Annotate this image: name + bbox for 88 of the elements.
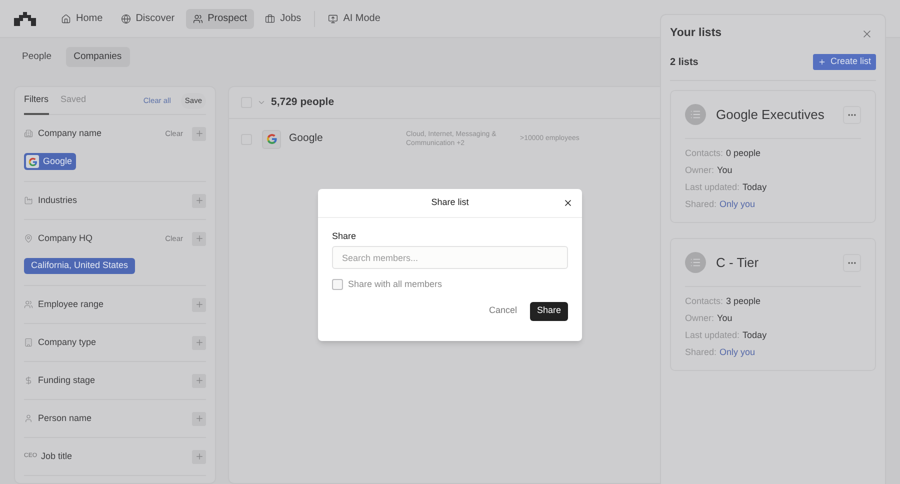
plus-icon bbox=[194, 300, 204, 309]
monitor-icon bbox=[328, 14, 338, 24]
list-card[interactable]: C - Tier Contacts: 3 people Owner: You Last updated: Today Shared: Only you bbox=[670, 238, 876, 371]
add-filter-button[interactable] bbox=[192, 298, 206, 312]
field-label: Last updated: bbox=[685, 181, 740, 194]
list-name: C - Tier bbox=[716, 254, 759, 272]
filter-label: Funding stage bbox=[38, 374, 96, 387]
filter-label: Person name bbox=[38, 412, 92, 425]
add-filter-button[interactable] bbox=[192, 194, 206, 208]
people-icon bbox=[24, 300, 33, 309]
g-logo-icon bbox=[266, 133, 278, 145]
field-label: Owner: bbox=[685, 312, 714, 326]
nav-tab[interactable]: Prospect bbox=[186, 8, 254, 28]
g-logo-icon bbox=[28, 156, 38, 166]
sub-tab[interactable]: Companies bbox=[66, 47, 130, 67]
factory-icon bbox=[24, 196, 33, 205]
field-value: You bbox=[717, 164, 732, 178]
filter-label: Industries bbox=[38, 194, 78, 207]
plus-icon bbox=[194, 234, 204, 243]
people-icon bbox=[192, 14, 203, 24]
nav-tab[interactable]: Discover bbox=[114, 8, 182, 28]
shared-link[interactable]: Only you bbox=[720, 346, 756, 360]
globe-icon bbox=[120, 14, 131, 24]
dollar-icon bbox=[24, 376, 33, 385]
cancel-button[interactable]: Cancel bbox=[488, 302, 518, 320]
company-chip[interactable]: Google bbox=[24, 153, 76, 170]
create-list-button[interactable]: Create list bbox=[813, 54, 876, 70]
add-filter-button[interactable] bbox=[192, 450, 206, 464]
more-button[interactable] bbox=[843, 254, 861, 272]
filter-tab[interactable]: Filters bbox=[24, 87, 48, 114]
list-card[interactable]: Google Executives Contacts: 0 people Owner: You Last updated: Today Shared: Only you bbox=[670, 90, 876, 223]
add-filter-button[interactable] bbox=[192, 232, 206, 246]
add-filter-button[interactable] bbox=[192, 126, 206, 140]
filter-label: Company HQ bbox=[38, 232, 93, 245]
share-all-checkbox[interactable] bbox=[332, 279, 343, 290]
close-icon[interactable] bbox=[563, 198, 573, 208]
filter-label: Job title bbox=[41, 450, 72, 463]
filter-label: Employee range bbox=[38, 298, 104, 311]
plus-icon bbox=[818, 58, 826, 66]
lists-count: 2 lists bbox=[670, 56, 698, 70]
building-icon bbox=[24, 338, 33, 347]
field-label: Contacts: bbox=[685, 147, 724, 160]
building-icon bbox=[24, 129, 33, 138]
plus-icon bbox=[194, 376, 204, 385]
dialog-title: Share list bbox=[431, 196, 469, 210]
nav-tab[interactable]: Home bbox=[54, 8, 110, 28]
field-label: Shared: bbox=[685, 198, 717, 212]
field-label: Shared: bbox=[685, 346, 717, 360]
nav-tab[interactable]: AI Mode bbox=[321, 8, 388, 28]
map-pin-icon bbox=[24, 234, 33, 243]
list-avatar-icon bbox=[685, 252, 706, 273]
person-icon bbox=[24, 414, 33, 423]
panel-title: Your lists bbox=[670, 26, 722, 42]
results-count: 5,729 people bbox=[271, 94, 334, 110]
checkbox-label: Share with all members bbox=[348, 278, 442, 291]
add-filter-button[interactable] bbox=[192, 412, 206, 426]
logo-icon bbox=[14, 12, 36, 26]
sub-tab[interactable]: People bbox=[14, 47, 60, 67]
plus-icon bbox=[194, 338, 204, 347]
briefcase-icon bbox=[265, 14, 276, 24]
field-value: Today bbox=[742, 329, 767, 342]
nav-tab[interactable]: Jobs bbox=[258, 8, 308, 28]
list-avatar-icon bbox=[685, 104, 706, 125]
search-members-field[interactable]: Search members... bbox=[332, 246, 568, 269]
add-filter-button[interactable] bbox=[192, 374, 206, 388]
field-label: Last updated: bbox=[685, 329, 740, 342]
filter-label: Company type bbox=[38, 336, 96, 349]
filter-label: Company name bbox=[38, 126, 102, 140]
more-button[interactable] bbox=[843, 106, 861, 124]
add-filter-button[interactable] bbox=[192, 336, 206, 350]
location-chip[interactable]: California, United States bbox=[24, 258, 136, 274]
field-value: 0 people bbox=[726, 147, 761, 160]
chevron-down-icon bbox=[257, 98, 266, 107]
plus-icon bbox=[194, 196, 204, 205]
plus-icon bbox=[194, 129, 204, 138]
company-name: Google bbox=[289, 131, 324, 146]
field-label: Contacts: bbox=[685, 295, 724, 308]
field-value: You bbox=[717, 312, 732, 326]
section-label: Share bbox=[332, 231, 358, 242]
field-value: 3 people bbox=[726, 295, 761, 308]
list-name: Google Executives bbox=[716, 106, 824, 124]
field-label: Owner: bbox=[685, 164, 714, 178]
plus-icon bbox=[194, 414, 204, 423]
plus-icon bbox=[194, 452, 204, 461]
field-value: Today bbox=[742, 181, 767, 194]
shared-link[interactable]: Only you bbox=[720, 198, 756, 212]
share-button[interactable]: Share bbox=[530, 302, 568, 320]
home-icon bbox=[61, 14, 71, 24]
